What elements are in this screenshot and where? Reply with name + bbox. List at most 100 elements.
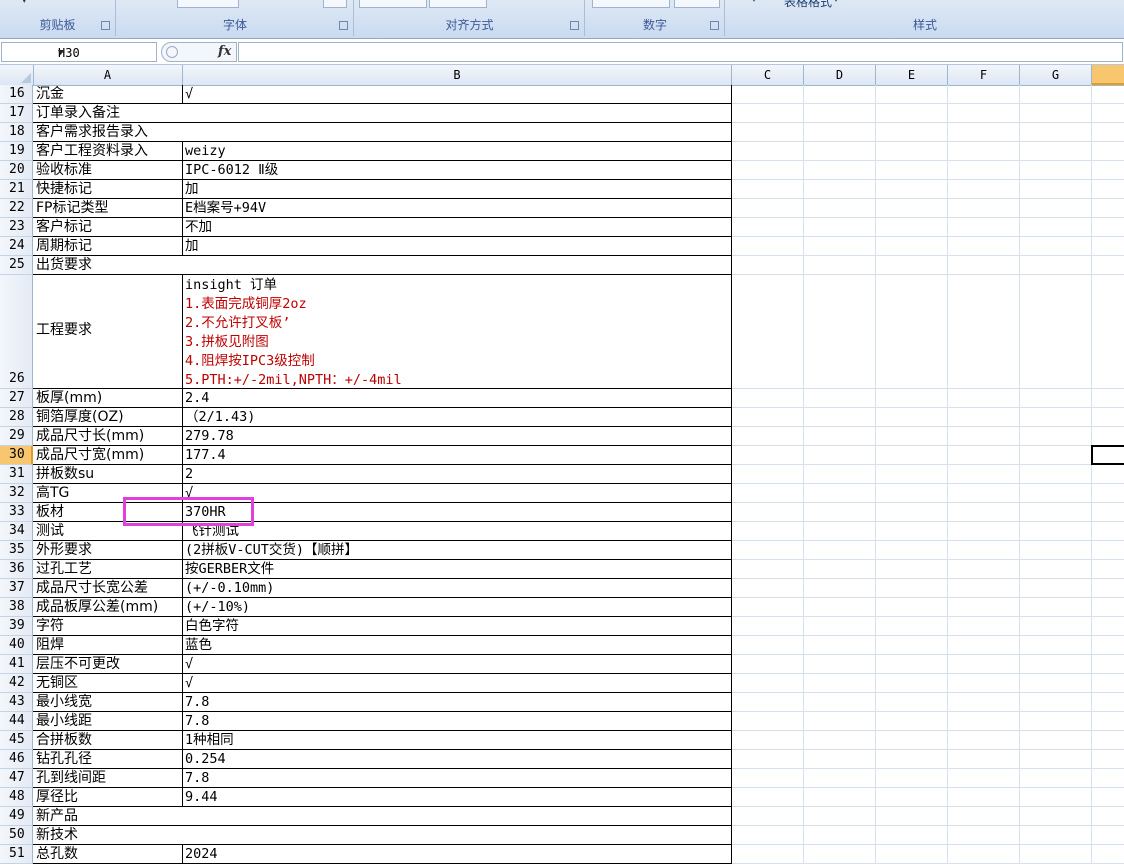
row-header[interactable]: 18 — [0, 123, 33, 142]
empty-cell[interactable] — [804, 199, 876, 218]
empty-cell[interactable] — [732, 655, 804, 674]
cell-a[interactable]: 沉金 — [33, 85, 183, 104]
empty-cell[interactable] — [1020, 674, 1092, 693]
empty-cell[interactable] — [732, 674, 804, 693]
empty-cell[interactable] — [948, 408, 1020, 427]
empty-cell[interactable] — [948, 161, 1020, 180]
empty-cell[interactable] — [876, 693, 948, 712]
cell-b[interactable]: 177.4 — [183, 446, 732, 465]
dialog-launcher-icon[interactable] — [101, 21, 110, 30]
row-header[interactable]: 26 — [0, 275, 33, 389]
empty-cell[interactable] — [732, 142, 804, 161]
empty-cell[interactable] — [876, 807, 948, 826]
empty-cell[interactable] — [948, 427, 1020, 446]
empty-cell[interactable] — [1020, 522, 1092, 541]
empty-cell[interactable] — [1020, 750, 1092, 769]
empty-cell[interactable] — [1092, 85, 1124, 104]
cell-b[interactable]: 7.8 — [183, 712, 732, 731]
empty-cell[interactable] — [804, 731, 876, 750]
empty-cell[interactable] — [1092, 237, 1124, 256]
column-header-d[interactable]: D — [804, 65, 876, 85]
empty-cell[interactable] — [1092, 845, 1124, 864]
row-header[interactable]: 22 — [0, 199, 33, 218]
cell-b[interactable]: (2拼板V-CUT交货)【顺拼】 — [183, 541, 732, 560]
cell-a[interactable]: 成品尺寸宽(mm) — [33, 446, 183, 465]
empty-cell[interactable] — [1092, 731, 1124, 750]
empty-cell[interactable] — [804, 180, 876, 199]
select-all-button[interactable] — [0, 65, 34, 85]
cell-a[interactable]: 铜箔厚度(OZ) — [33, 408, 183, 427]
empty-cell[interactable] — [804, 85, 876, 104]
empty-cell[interactable] — [1092, 522, 1124, 541]
cell-a[interactable]: 过孔工艺 — [33, 560, 183, 579]
empty-cell[interactable] — [1092, 636, 1124, 655]
empty-cell[interactable] — [804, 275, 876, 389]
cell-b[interactable]: 飞针测试 — [183, 522, 732, 541]
cell-b[interactable]: 0.254 — [183, 750, 732, 769]
empty-cell[interactable] — [1020, 161, 1092, 180]
empty-cell[interactable] — [876, 123, 948, 142]
empty-cell[interactable] — [948, 693, 1020, 712]
empty-cell[interactable] — [732, 427, 804, 446]
column-header-h[interactable] — [1092, 65, 1124, 85]
row-header[interactable]: 19 — [0, 142, 33, 161]
row-header[interactable]: 42 — [0, 674, 33, 693]
empty-cell[interactable] — [948, 636, 1020, 655]
cell-a[interactable]: FP标记类型 — [33, 199, 183, 218]
empty-cell[interactable] — [948, 218, 1020, 237]
empty-cell[interactable] — [804, 769, 876, 788]
row-header[interactable]: 36 — [0, 560, 33, 579]
empty-cell[interactable] — [1020, 142, 1092, 161]
empty-cell[interactable] — [804, 256, 876, 275]
empty-cell[interactable] — [948, 617, 1020, 636]
empty-cell[interactable] — [1092, 560, 1124, 579]
empty-cell[interactable] — [804, 389, 876, 408]
row-header[interactable]: 34 — [0, 522, 33, 541]
cell-b[interactable]: (+/-0.10mm) — [183, 579, 732, 598]
row-header[interactable]: 25 — [0, 256, 33, 275]
empty-cell[interactable] — [1020, 427, 1092, 446]
empty-cell[interactable] — [732, 446, 804, 465]
column-header-a[interactable]: A — [33, 65, 183, 85]
row-header[interactable]: 39 — [0, 617, 33, 636]
merged-cell[interactable]: 订单录入备注 — [33, 104, 732, 123]
empty-cell[interactable] — [876, 674, 948, 693]
empty-cell[interactable] — [804, 541, 876, 560]
cell-b[interactable]: 加 — [183, 237, 732, 256]
empty-cell[interactable] — [732, 503, 804, 522]
empty-cell[interactable] — [948, 484, 1020, 503]
empty-cell[interactable] — [1092, 161, 1124, 180]
empty-cell[interactable] — [876, 712, 948, 731]
empty-cell[interactable] — [732, 522, 804, 541]
empty-cell[interactable] — [1020, 826, 1092, 845]
cell-b[interactable]: √ — [183, 85, 732, 104]
empty-cell[interactable] — [1020, 503, 1092, 522]
cell-a[interactable]: 钻孔孔径 — [33, 750, 183, 769]
empty-cell[interactable] — [732, 256, 804, 275]
empty-cell[interactable] — [732, 465, 804, 484]
cell-b[interactable]: 2.4 — [183, 389, 732, 408]
column-header-f[interactable]: F — [948, 65, 1020, 85]
empty-cell[interactable] — [804, 465, 876, 484]
empty-cell[interactable] — [732, 237, 804, 256]
cell-b[interactable]: IPC-6012 Ⅱ级 — [183, 161, 732, 180]
empty-cell[interactable] — [1020, 788, 1092, 807]
cell-a[interactable]: 孔到线间距 — [33, 769, 183, 788]
name-box[interactable]: H30 ▼ — [1, 42, 157, 62]
empty-cell[interactable] — [804, 123, 876, 142]
empty-cell[interactable] — [1020, 256, 1092, 275]
row-header[interactable]: 23 — [0, 218, 33, 237]
empty-cell[interactable] — [732, 826, 804, 845]
empty-cell[interactable] — [948, 522, 1020, 541]
empty-cell[interactable] — [876, 655, 948, 674]
empty-cell[interactable] — [876, 142, 948, 161]
empty-cell[interactable] — [732, 712, 804, 731]
empty-cell[interactable] — [948, 807, 1020, 826]
empty-cell[interactable] — [732, 85, 804, 104]
empty-cell[interactable] — [1092, 104, 1124, 123]
empty-cell[interactable] — [732, 788, 804, 807]
empty-cell[interactable] — [1020, 693, 1092, 712]
empty-cell[interactable] — [876, 484, 948, 503]
empty-cell[interactable] — [876, 104, 948, 123]
empty-cell[interactable] — [876, 446, 948, 465]
